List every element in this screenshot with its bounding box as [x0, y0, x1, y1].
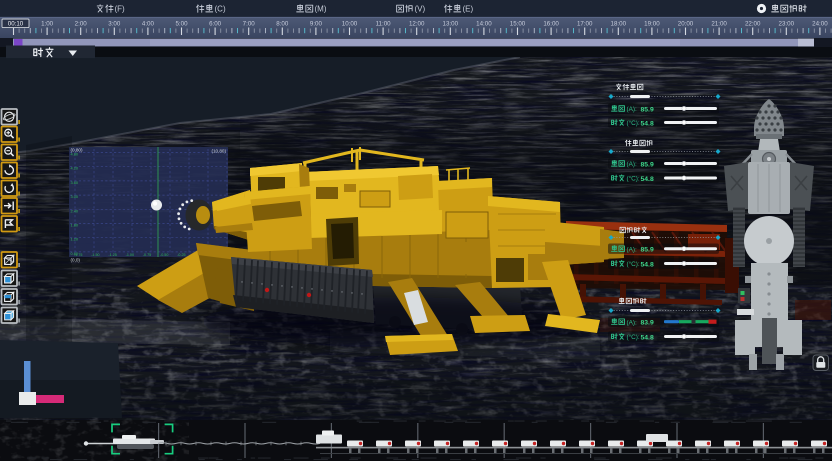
svg-text:24:00: 24:00	[812, 21, 828, 28]
svg-text:3:00: 3:00	[108, 21, 121, 28]
svg-text:54.8: 54.8	[641, 176, 654, 183]
svg-text:1:00: 1:00	[41, 21, 54, 28]
svg-text:1.20: 1.20	[71, 237, 79, 242]
svg-text:(10,80): (10,80)	[211, 149, 226, 154]
svg-text:9:00: 9:00	[310, 21, 323, 28]
svg-text:(°C):: (°C):	[627, 175, 640, 183]
svg-text:16:00: 16:00	[543, 21, 559, 28]
svg-text:4.20: 4.20	[71, 166, 79, 171]
svg-text:5:00: 5:00	[175, 21, 188, 28]
svg-text:54.8: 54.8	[641, 334, 654, 341]
svg-text:85.9: 85.9	[641, 247, 654, 254]
svg-text:-0.25: -0.25	[177, 253, 185, 257]
svg-text:17:00: 17:00	[577, 21, 593, 28]
svg-text:(E): (E)	[463, 5, 474, 14]
svg-text:4:00: 4:00	[142, 21, 155, 28]
svg-text:2:00: 2:00	[75, 21, 88, 28]
svg-text:(0,0): (0,0)	[71, 258, 81, 263]
svg-text:21:00: 21:00	[711, 21, 727, 28]
svg-text:20:00: 20:00	[678, 21, 694, 28]
svg-text:(0,80): (0,80)	[71, 148, 83, 153]
svg-text:83.9: 83.9	[641, 320, 654, 327]
svg-text:14:00: 14:00	[476, 21, 492, 28]
svg-text:(A):: (A):	[627, 106, 638, 113]
svg-text:3.00: 3.00	[71, 194, 79, 199]
svg-text:-0.50: -0.50	[160, 253, 168, 257]
svg-text:(°C):: (°C):	[627, 260, 640, 268]
svg-text:(A):: (A):	[627, 319, 638, 326]
svg-text:22:00: 22:00	[745, 21, 761, 28]
svg-text:6:00: 6:00	[209, 21, 222, 28]
svg-text:3.60: 3.60	[71, 180, 79, 185]
svg-text:8:00: 8:00	[276, 21, 289, 28]
svg-text:18:00: 18:00	[611, 21, 627, 28]
svg-text:(V): (V)	[415, 5, 426, 14]
svg-text:54.8: 54.8	[641, 120, 654, 127]
svg-text:(M): (M)	[315, 5, 327, 14]
svg-text:85.9: 85.9	[641, 161, 654, 168]
svg-text:85.9: 85.9	[641, 106, 654, 113]
svg-text:(°C):: (°C):	[627, 333, 640, 341]
svg-text:-1.25: -1.25	[108, 253, 116, 257]
svg-text:2.40: 2.40	[71, 208, 79, 213]
svg-text:-1.50: -1.50	[91, 253, 99, 257]
svg-text:12:00: 12:00	[409, 21, 425, 28]
svg-text:-1.00: -1.00	[126, 253, 134, 257]
svg-text:(A):: (A):	[627, 161, 638, 168]
svg-text:00:10: 00:10	[8, 20, 24, 27]
svg-text:23:00: 23:00	[779, 21, 795, 28]
svg-text:-0.75: -0.75	[143, 253, 151, 257]
svg-text:13:00: 13:00	[443, 21, 459, 28]
svg-text:10:00: 10:00	[342, 21, 358, 28]
svg-text:54.8: 54.8	[641, 261, 654, 268]
svg-text:(A):: (A):	[627, 246, 638, 253]
svg-text:(F): (F)	[115, 5, 126, 14]
svg-text:1.80: 1.80	[71, 223, 79, 228]
svg-text:19:00: 19:00	[644, 21, 660, 28]
svg-text:(°C):: (°C):	[627, 119, 640, 127]
svg-text:7:00: 7:00	[243, 21, 256, 28]
svg-text:11:00: 11:00	[376, 21, 392, 28]
svg-text:(C): (C)	[215, 5, 226, 14]
svg-text:15:00: 15:00	[510, 21, 526, 28]
